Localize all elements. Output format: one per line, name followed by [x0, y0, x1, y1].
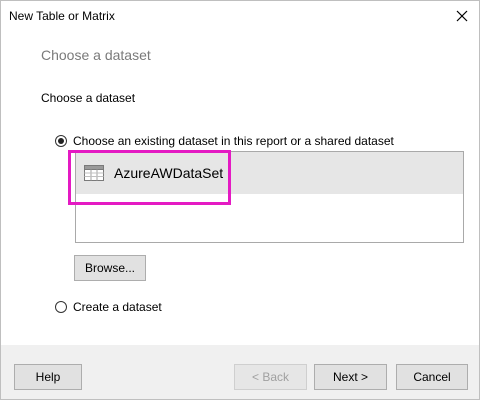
existing-dataset-label: Choose an existing dataset in this repor… [73, 134, 394, 148]
close-icon [456, 10, 468, 22]
next-button[interactable]: Next > [314, 364, 387, 390]
browse-button[interactable]: Browse... [74, 255, 146, 281]
section-label: Choose a dataset [41, 91, 136, 105]
close-button[interactable] [445, 1, 479, 31]
window-title: New Table or Matrix [9, 9, 115, 23]
list-item-azureawdataset[interactable]: AzureAWDataSet [76, 152, 463, 194]
create-dataset-radio[interactable]: Create a dataset [55, 300, 162, 314]
page-heading: Choose a dataset [41, 47, 151, 63]
dataset-list[interactable]: AzureAWDataSet [75, 151, 464, 243]
cancel-button[interactable]: Cancel [396, 364, 468, 390]
dialog-window: New Table or Matrix Choose a dataset Cho… [0, 0, 480, 400]
help-button[interactable]: Help [14, 364, 82, 390]
radio-selected-indicator[interactable] [55, 135, 67, 147]
title-bar: New Table or Matrix [1, 1, 479, 31]
existing-dataset-radio[interactable]: Choose an existing dataset in this repor… [55, 134, 394, 148]
button-footer: Help < Back Next > Cancel [1, 345, 479, 399]
create-dataset-label: Create a dataset [73, 300, 162, 314]
table-icon [84, 165, 104, 181]
radio-unselected-indicator[interactable] [55, 301, 67, 313]
dataset-name: AzureAWDataSet [114, 165, 224, 181]
back-button[interactable]: < Back [234, 364, 307, 390]
